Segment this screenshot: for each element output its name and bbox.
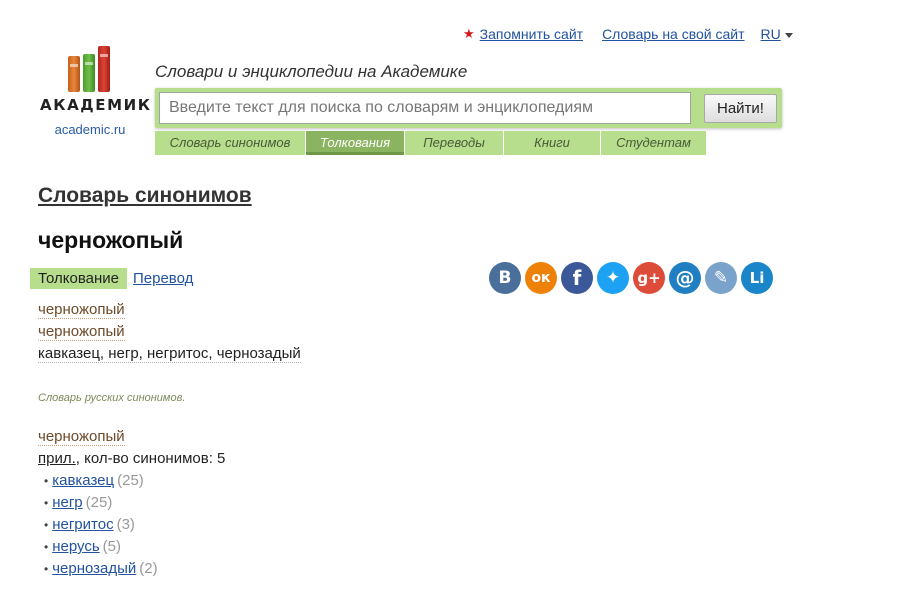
dictionary-title-link[interactable]: Словарь синонимов [38, 184, 252, 208]
book-orange-icon [68, 56, 80, 92]
top-links: ★ Запомнить сайт Словарь на свой сайт RU [463, 26, 793, 42]
books-logo-icon [65, 46, 115, 92]
bullet-icon: • [44, 562, 49, 576]
synonym-count-text: , кол-во синонимов: 5 [75, 450, 226, 467]
logo-url[interactable]: academic.ru [40, 122, 140, 137]
vkontakte-icon[interactable]: В [489, 262, 521, 294]
search-button[interactable]: Найти! [704, 94, 777, 123]
entry1-synonyms-line: кавказец, негр, негритос, чернозадый [38, 345, 301, 363]
tab-synonyms[interactable]: Словарь синонимов [155, 131, 306, 155]
synonym-link[interactable]: чернозадый [52, 560, 136, 577]
list-item: • негритос (3) [44, 516, 158, 538]
book-red-icon [98, 46, 110, 92]
language-selector[interactable]: RU [761, 26, 793, 42]
star-icon: ★ [463, 26, 475, 41]
bullet-icon: • [44, 474, 49, 488]
synonym-count: (25) [117, 472, 144, 489]
synonym-count: (5) [102, 538, 121, 555]
entry1-word-repeat: черножопый [38, 323, 125, 341]
mode-definition-tab[interactable]: Толкование [30, 268, 127, 289]
synonym-list: • кавказец (25) • негр (25) • негритос (3) • не… [44, 472, 158, 582]
synonym-count: (25) [85, 494, 113, 511]
part-of-speech-link[interactable]: прил. [38, 450, 76, 467]
list-item: • негр (25) [44, 494, 158, 516]
mode-switch: Толкование Перевод [30, 268, 193, 289]
remember-site-link[interactable]: Запомнить сайт [480, 26, 583, 42]
synonym-link[interactable]: нерусь [52, 538, 99, 555]
logo[interactable]: АКАДЕМИК academic.ru [40, 46, 152, 137]
entry2-grammar-line: прил., кол-во синонимов: 5 [38, 450, 225, 467]
page: ★ Запомнить сайт Словарь на свой сайт RU… [0, 0, 900, 600]
google-plus-icon[interactable]: g+ [633, 262, 665, 294]
synonym-link[interactable]: негр [52, 494, 82, 511]
search-bar: Найти! [155, 88, 782, 128]
entry1-word-line2: черножопый [38, 323, 125, 341]
dictionary-on-site-link[interactable]: Словарь на свой сайт [602, 26, 744, 42]
search-input[interactable] [159, 92, 691, 124]
synonym-link[interactable]: негритос [52, 516, 113, 533]
mail-icon[interactable]: @ [669, 262, 701, 294]
liveinternet-icon[interactable]: Li [741, 262, 773, 294]
synonym-count: (3) [116, 516, 135, 533]
tab-students[interactable]: Студентам [601, 131, 706, 155]
tagline: Словари и энциклопедии на Академике [155, 62, 468, 81]
language-label[interactable]: RU [761, 26, 781, 42]
entry1-word: черножопый [38, 301, 125, 319]
book-green-icon [83, 54, 95, 92]
list-item: • нерусь (5) [44, 538, 158, 560]
source-note: Словарь русских синонимов. [38, 392, 186, 404]
bullet-icon: • [44, 496, 49, 510]
livejournal-icon[interactable]: ✎ [705, 262, 737, 294]
share-buttons: В ок f ✦ g+ @ ✎ Li [489, 262, 777, 294]
page-title: черножопый [38, 227, 184, 253]
mode-translation-link[interactable]: Перевод [133, 270, 193, 287]
logo-title: АКАДЕМИК [40, 96, 152, 114]
entry1-synonyms: кавказец, негр, негритос, чернозадый [38, 345, 301, 363]
entry2-word: черножопый [38, 428, 125, 446]
bullet-icon: • [44, 518, 49, 532]
facebook-icon[interactable]: f [561, 262, 593, 294]
entry1-word-line1: черножопый [38, 301, 125, 319]
caret-down-icon [784, 32, 793, 38]
list-item: • чернозадый (2) [44, 560, 158, 582]
tab-definitions[interactable]: Толкования [306, 131, 405, 155]
tab-books[interactable]: Книги [504, 131, 601, 155]
synonym-link[interactable]: кавказец [52, 472, 114, 489]
twitter-icon[interactable]: ✦ [597, 262, 629, 294]
section-tabs: Словарь синонимов Толкования Переводы Кн… [155, 131, 706, 155]
list-item: • кавказец (25) [44, 472, 158, 494]
odnoklassniki-icon[interactable]: ок [525, 262, 557, 294]
synonym-count: (2) [139, 560, 158, 577]
tab-translations[interactable]: Переводы [405, 131, 504, 155]
bullet-icon: • [44, 540, 49, 554]
entry2-word-line: черножопый [38, 428, 125, 446]
